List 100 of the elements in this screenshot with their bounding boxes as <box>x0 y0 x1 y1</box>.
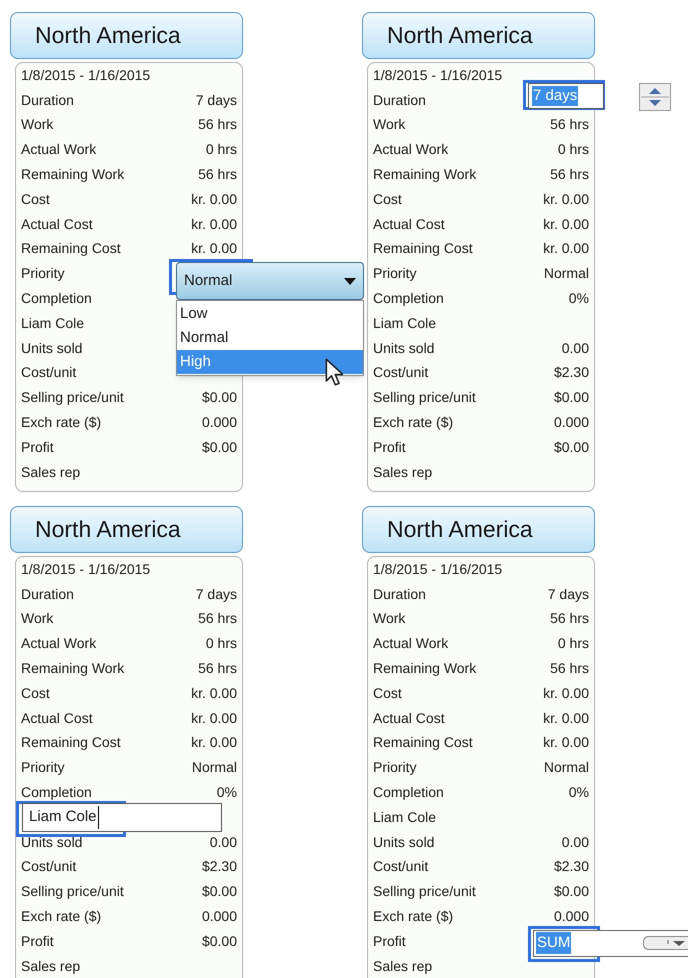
field-label: Exch rate ($) <box>373 907 454 926</box>
field-label: Completion <box>373 783 444 802</box>
field-value: kr. 0.00 <box>543 684 589 703</box>
field-label: Exch rate ($) <box>373 413 454 432</box>
field-label: Work <box>373 609 406 628</box>
field-label: Units sold <box>21 832 82 852</box>
spin-buttons-icon <box>639 82 671 111</box>
field-value: 0.00 <box>562 832 589 852</box>
region-title-button[interactable]: North America <box>362 12 595 59</box>
field-value: $0.00 <box>202 438 237 457</box>
field-label: Sales rep <box>373 956 432 976</box>
field-value: 0 hrs <box>558 634 589 654</box>
selected-text: 7 days <box>532 86 578 106</box>
field-label: Remaining Cost <box>21 733 121 752</box>
field-value: $2.30 <box>202 857 237 876</box>
field-label: Duration <box>21 584 74 604</box>
selected-text: SUM <box>536 932 572 954</box>
field-value: 0.000 <box>202 413 237 432</box>
dropdown-option[interactable]: Low <box>177 302 363 326</box>
field-value: 0 hrs <box>206 140 237 160</box>
field-value: Normal <box>544 758 589 778</box>
field-label: Cost <box>373 190 402 209</box>
date-range: 1/8/2015 - 1/16/2015 <box>21 560 150 579</box>
field-value: 0% <box>216 783 237 802</box>
field-value: 0 hrs <box>206 634 237 654</box>
field-value: $0.00 <box>202 932 237 951</box>
field-label: Actual Work <box>373 140 448 160</box>
field-label: Liam Cole <box>373 808 436 827</box>
region-title-button[interactable]: North America <box>362 506 595 553</box>
field-label: Completion <box>21 783 92 802</box>
field-value: $2.30 <box>554 363 589 382</box>
field-label: Actual Work <box>21 140 96 160</box>
field-value: 0.000 <box>202 907 237 926</box>
field-value: 0% <box>568 289 589 308</box>
date-range: 1/8/2015 - 1/16/2015 <box>373 560 502 579</box>
field-label: Work <box>21 115 54 134</box>
field-label: Cost <box>21 190 50 209</box>
field-value: Normal <box>192 758 237 778</box>
field-label: Actual Cost <box>21 708 93 728</box>
field-label: Cost/unit <box>373 857 428 876</box>
field-label: Selling price/unit <box>21 388 124 408</box>
field-label: Duration <box>373 584 426 604</box>
name-field[interactable]: Liam Cole <box>22 802 222 832</box>
field-value: 0 hrs <box>558 140 589 160</box>
field-label: Profit <box>21 932 54 951</box>
priority-dropdown[interactable]: Normal <box>176 262 364 300</box>
field-value: 0.00 <box>210 832 237 852</box>
field-label: Exch rate ($) <box>21 413 102 432</box>
field-label: Actual Cost <box>373 708 445 728</box>
field-value: 56 hrs <box>550 165 589 184</box>
field-value: kr. 0.00 <box>191 684 237 703</box>
field-value: $0.00 <box>202 882 237 902</box>
field-value: $0.00 <box>554 438 589 457</box>
field-label: Units sold <box>373 832 434 852</box>
field-value: kr. 0.00 <box>543 733 589 752</box>
field-label: Liam Cole <box>373 314 436 333</box>
field-label: Priority <box>21 264 65 284</box>
field-label: Cost/unit <box>373 363 428 382</box>
field-value: kr. 0.00 <box>543 239 589 258</box>
region-title-button[interactable]: North America <box>10 506 243 553</box>
field-value: 56 hrs <box>550 609 589 628</box>
field-value: 56 hrs <box>198 659 237 678</box>
field-label: Units sold <box>373 338 434 358</box>
region-title-button[interactable]: North America <box>10 12 243 59</box>
field-label: Remaining Cost <box>373 239 473 258</box>
field-label: Priority <box>373 264 417 284</box>
field-label: Actual Work <box>21 634 96 654</box>
dropdown-button-icon <box>643 936 688 950</box>
field-value: $2.30 <box>554 857 589 876</box>
field-value: 56 hrs <box>550 659 589 678</box>
field-label: Profit <box>373 932 406 951</box>
field-label: Sales rep <box>21 956 80 976</box>
dropdown-option[interactable]: Normal <box>177 326 363 350</box>
field-label: Actual Cost <box>373 214 445 234</box>
field-label: Cost/unit <box>21 857 76 876</box>
field-value: 0.000 <box>554 907 589 926</box>
field-value: kr. 0.00 <box>543 708 589 728</box>
field-value: kr. 0.00 <box>191 239 237 258</box>
field-label: Work <box>373 115 406 134</box>
field-label: Completion <box>373 289 444 308</box>
field-label: Selling price/unit <box>373 388 476 408</box>
field-value: 7 days <box>548 584 589 604</box>
field-label: Remaining Cost <box>373 733 473 752</box>
field-label: Units sold <box>21 338 82 358</box>
field-value: 7 days <box>196 90 237 110</box>
field-value: 0% <box>568 783 589 802</box>
field-label: Remaining Work <box>21 165 124 184</box>
field-value: kr. 0.00 <box>543 190 589 209</box>
field-label: Cost/unit <box>21 363 76 382</box>
field-value: 7 days <box>196 584 237 604</box>
field-label: Cost <box>21 684 50 703</box>
field-label: Completion <box>21 289 92 308</box>
date-range: 1/8/2015 - 1/16/2015 <box>373 66 502 85</box>
caret-icon <box>344 278 356 285</box>
field-label: Duration <box>373 90 426 110</box>
field-label: Actual Work <box>373 634 448 654</box>
field-label: Cost <box>373 684 402 703</box>
field-value: Normal <box>544 264 589 284</box>
field-label: Profit <box>21 438 54 457</box>
field-label: Selling price/unit <box>373 882 476 902</box>
